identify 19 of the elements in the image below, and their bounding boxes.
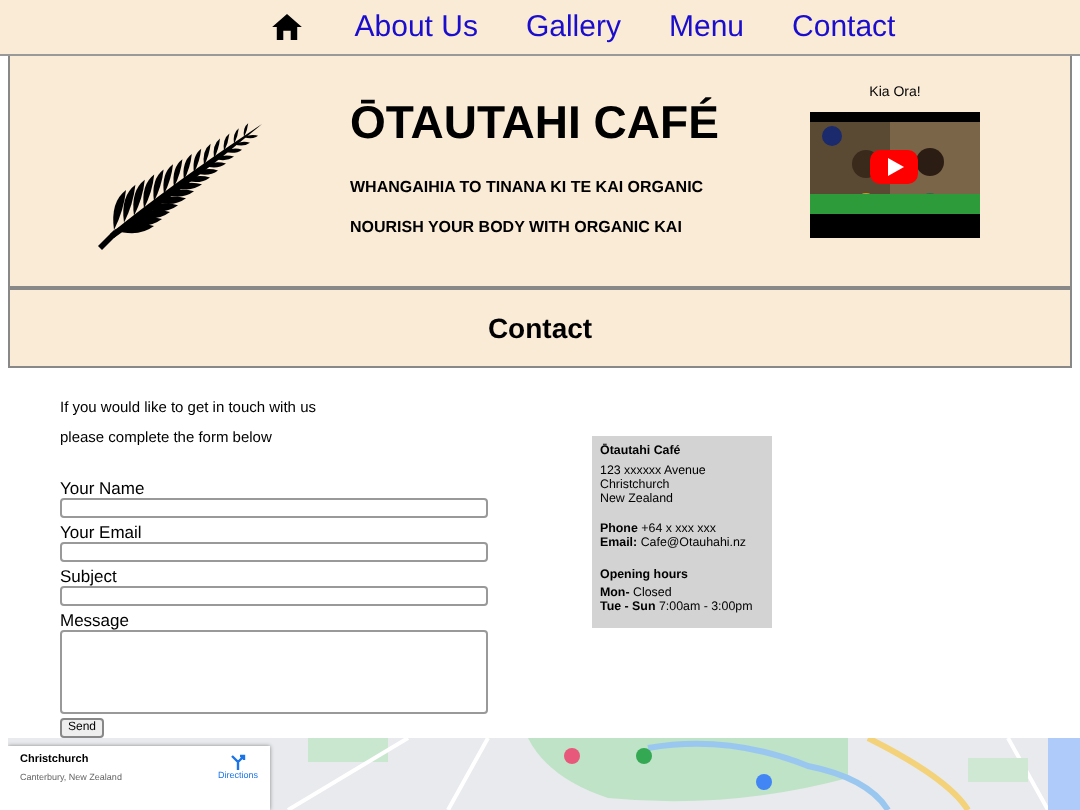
tagline: NOURISH YOUR BODY WITH ORGANIC KAI bbox=[350, 218, 684, 236]
field-label: Subject bbox=[60, 566, 119, 586]
field-label: Message bbox=[60, 610, 131, 630]
section-title: Contact bbox=[487, 312, 593, 344]
message-field[interactable] bbox=[60, 630, 488, 714]
nav-link[interactable]: About Us bbox=[354, 10, 478, 44]
input-field[interactable] bbox=[60, 542, 488, 562]
tagline: WHANGAIHIA TO TINANA KI TE KAI ORGANIC bbox=[350, 178, 706, 196]
directions-icon bbox=[229, 754, 246, 770]
cafe-title: ŌTAUTAHI CAFÉ bbox=[350, 96, 721, 150]
nav-link[interactable]: Menu bbox=[668, 10, 745, 44]
nav-link[interactable]: Contact bbox=[792, 10, 896, 44]
field-label: Your Email bbox=[60, 522, 144, 542]
nav-link[interactable]: Gallery bbox=[525, 10, 621, 44]
input-field[interactable] bbox=[60, 498, 488, 518]
field-label: Your Name bbox=[60, 478, 147, 498]
home-link[interactable] bbox=[272, 14, 303, 40]
input-field[interactable] bbox=[60, 586, 488, 606]
home-icon bbox=[272, 14, 303, 40]
